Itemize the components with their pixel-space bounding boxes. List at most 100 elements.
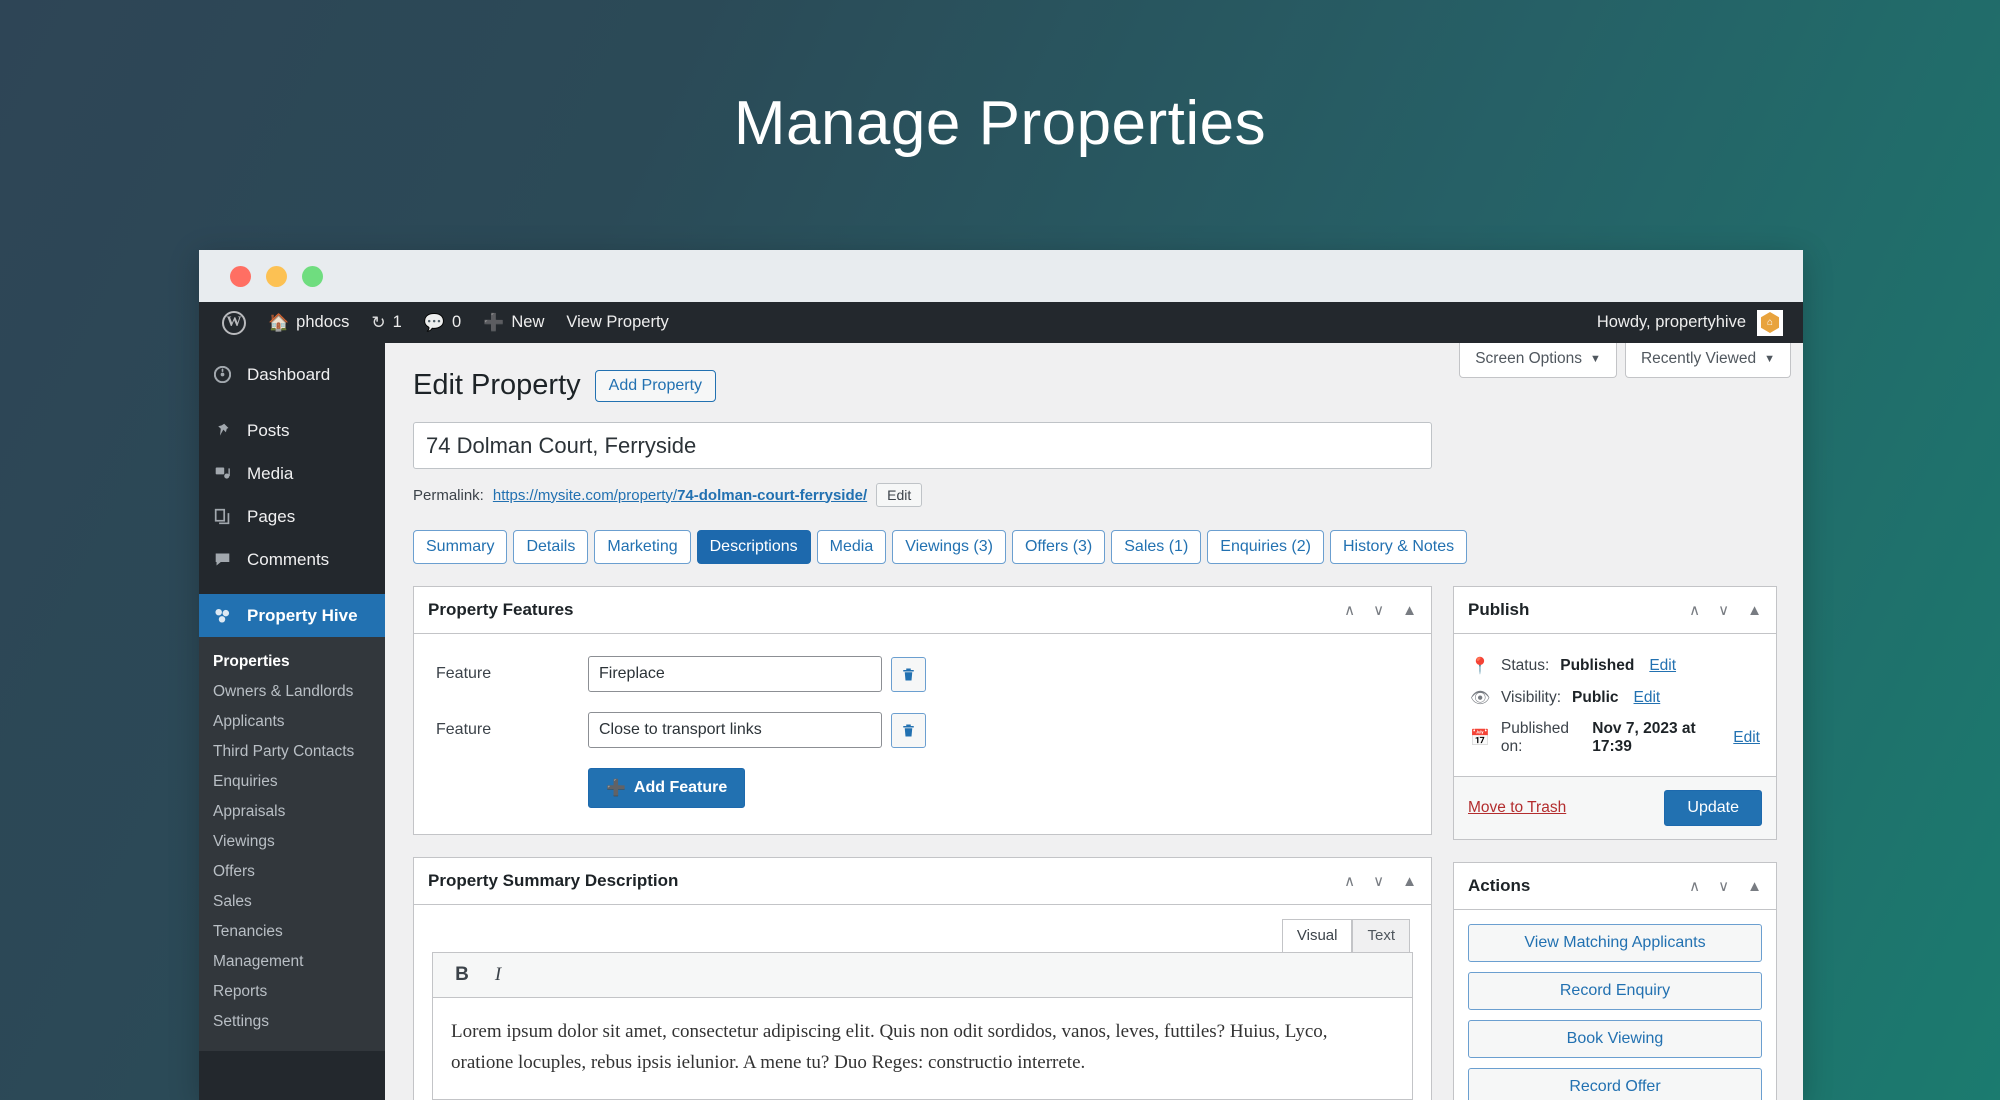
italic-icon[interactable]: I <box>485 964 511 986</box>
move-up-icon[interactable]: ∧ <box>1344 872 1355 890</box>
chevron-down-icon: ▼ <box>1764 353 1775 365</box>
box-header: Actions ∧ ∨ ▲ <box>1454 863 1776 910</box>
delete-feature-button[interactable] <box>891 657 926 692</box>
comments-link[interactable]: 💬 0 <box>413 302 472 343</box>
sidebar-item-media[interactable]: Media <box>199 452 385 495</box>
dashboard-icon <box>211 366 234 383</box>
permalink-link[interactable]: https://mysite.com/property/74-dolman-co… <box>493 487 867 504</box>
feature-row: Feature <box>436 656 1409 692</box>
move-up-icon[interactable]: ∧ <box>1689 877 1700 895</box>
tab-history-notes[interactable]: History & Notes <box>1330 530 1467 564</box>
move-down-icon[interactable]: ∨ <box>1373 872 1384 890</box>
content-inner: Edit Property Add Property Permalink: ht… <box>385 343 1803 1100</box>
submenu-item-reports[interactable]: Reports <box>199 977 385 1007</box>
account-menu[interactable]: Howdy, propertyhive ⌂ <box>1597 310 1791 336</box>
submenu-item-enquiries[interactable]: Enquiries <box>199 767 385 797</box>
submenu-item-viewings[interactable]: Viewings <box>199 827 385 857</box>
move-up-icon[interactable]: ∧ <box>1689 601 1700 619</box>
status-label: Status: <box>1501 657 1549 675</box>
permalink-base: https://mysite.com/property/ <box>493 487 677 504</box>
feature-input[interactable] <box>588 712 882 748</box>
tab-descriptions[interactable]: Descriptions <box>697 530 811 564</box>
home-icon: 🏠 <box>268 313 289 333</box>
tab-enquiries[interactable]: Enquiries (2) <box>1207 530 1324 564</box>
maximize-window-button[interactable] <box>302 266 323 287</box>
tab-media[interactable]: Media <box>817 530 887 564</box>
submenu-item-appraisals[interactable]: Appraisals <box>199 797 385 827</box>
site-name-link[interactable]: 🏠 phdocs <box>257 302 360 343</box>
recently-viewed-button[interactable]: Recently Viewed ▼ <box>1625 343 1791 378</box>
add-feature-button[interactable]: ➕ Add Feature <box>588 768 745 808</box>
sidebar-item-posts[interactable]: Posts <box>199 409 385 452</box>
minimize-window-button[interactable] <box>266 266 287 287</box>
move-to-trash-link[interactable]: Move to Trash <box>1468 799 1566 817</box>
toggle-panel-icon[interactable]: ▲ <box>1402 602 1417 619</box>
tab-summary[interactable]: Summary <box>413 530 507 564</box>
record-enquiry-button[interactable]: Record Enquiry <box>1468 972 1762 1010</box>
eye-icon: 👁 <box>1470 688 1490 708</box>
submenu-item-owners-landlords[interactable]: Owners & Landlords <box>199 677 385 707</box>
new-content-link[interactable]: ➕ New <box>472 302 555 343</box>
record-offer-button[interactable]: Record Offer <box>1468 1068 1762 1100</box>
toggle-panel-icon[interactable]: ▲ <box>1747 878 1762 895</box>
delete-feature-button[interactable] <box>891 713 926 748</box>
submenu-item-third-party-contacts[interactable]: Third Party Contacts <box>199 737 385 767</box>
view-property-link[interactable]: View Property <box>555 302 679 343</box>
updates-link[interactable]: ↻ 1 <box>360 302 412 343</box>
sidebar-label: Comments <box>247 550 329 570</box>
tab-details[interactable]: Details <box>513 530 588 564</box>
wp-admin-bar: W 🏠 phdocs ↻ 1 💬 0 ➕ New View Property H… <box>199 302 1803 343</box>
edit-status-link[interactable]: Edit <box>1649 657 1676 675</box>
tab-viewings[interactable]: Viewings (3) <box>892 530 1006 564</box>
edit-permalink-button[interactable]: Edit <box>876 483 922 507</box>
edit-visibility-link[interactable]: Edit <box>1634 689 1661 707</box>
editor-tab-visual[interactable]: Visual <box>1282 919 1353 952</box>
editor-content-area[interactable]: Lorem ipsum dolor sit amet, consectetur … <box>432 998 1413 1100</box>
tab-sales[interactable]: Sales (1) <box>1111 530 1201 564</box>
toggle-panel-icon[interactable]: ▲ <box>1402 873 1417 890</box>
sidebar-label: Posts <box>247 421 290 441</box>
updates-count: 1 <box>393 313 402 332</box>
comment-bubble-icon: 💬 <box>424 313 445 333</box>
submenu-item-management[interactable]: Management <box>199 947 385 977</box>
recently-viewed-label: Recently Viewed <box>1641 350 1756 368</box>
feature-label: Feature <box>436 665 588 683</box>
tab-offers[interactable]: Offers (3) <box>1012 530 1105 564</box>
submenu-item-offers[interactable]: Offers <box>199 857 385 887</box>
tab-marketing[interactable]: Marketing <box>594 530 690 564</box>
feature-input[interactable] <box>588 656 882 692</box>
sidebar-item-comments[interactable]: Comments <box>199 538 385 581</box>
screen-options-button[interactable]: Screen Options ▼ <box>1459 343 1617 378</box>
property-title-input[interactable] <box>413 422 1432 469</box>
move-up-icon[interactable]: ∧ <box>1344 601 1355 619</box>
admin-body: Dashboard Posts Media <box>199 343 1803 1100</box>
edit-published-link[interactable]: Edit <box>1733 729 1760 747</box>
published-label: Published on: <box>1501 720 1581 756</box>
submenu-item-tenancies[interactable]: Tenancies <box>199 917 385 947</box>
submenu-item-sales[interactable]: Sales <box>199 887 385 917</box>
move-down-icon[interactable]: ∨ <box>1718 877 1729 895</box>
sidebar-item-dashboard[interactable]: Dashboard <box>199 353 385 396</box>
toggle-panel-icon[interactable]: ▲ <box>1747 602 1762 619</box>
bold-icon[interactable]: B <box>449 964 475 986</box>
move-down-icon[interactable]: ∨ <box>1373 601 1384 619</box>
book-viewing-button[interactable]: Book Viewing <box>1468 1020 1762 1058</box>
submenu-item-settings[interactable]: Settings <box>199 1007 385 1037</box>
move-down-icon[interactable]: ∨ <box>1718 601 1729 619</box>
wordpress-logo-icon[interactable]: W <box>211 302 257 343</box>
publish-footer: Move to Trash Update <box>1454 776 1776 839</box>
editor-tab-text[interactable]: Text <box>1352 919 1410 952</box>
view-matching-applicants-button[interactable]: View Matching Applicants <box>1468 924 1762 962</box>
sidebar-item-pages[interactable]: Pages <box>199 495 385 538</box>
sidebar-item-property-hive[interactable]: Property Hive <box>199 594 385 637</box>
sidebar-label: Pages <box>247 507 295 527</box>
sidebar-label: Media <box>247 464 293 484</box>
update-button[interactable]: Update <box>1664 790 1762 826</box>
sidebar-main-menu: Dashboard Posts Media <box>199 353 385 637</box>
admin-sidebar: Dashboard Posts Media <box>199 343 385 1100</box>
submenu-item-properties[interactable]: Properties <box>199 647 385 677</box>
plus-icon: ➕ <box>606 778 626 798</box>
add-property-button[interactable]: Add Property <box>595 370 716 402</box>
submenu-item-applicants[interactable]: Applicants <box>199 707 385 737</box>
close-window-button[interactable] <box>230 266 251 287</box>
